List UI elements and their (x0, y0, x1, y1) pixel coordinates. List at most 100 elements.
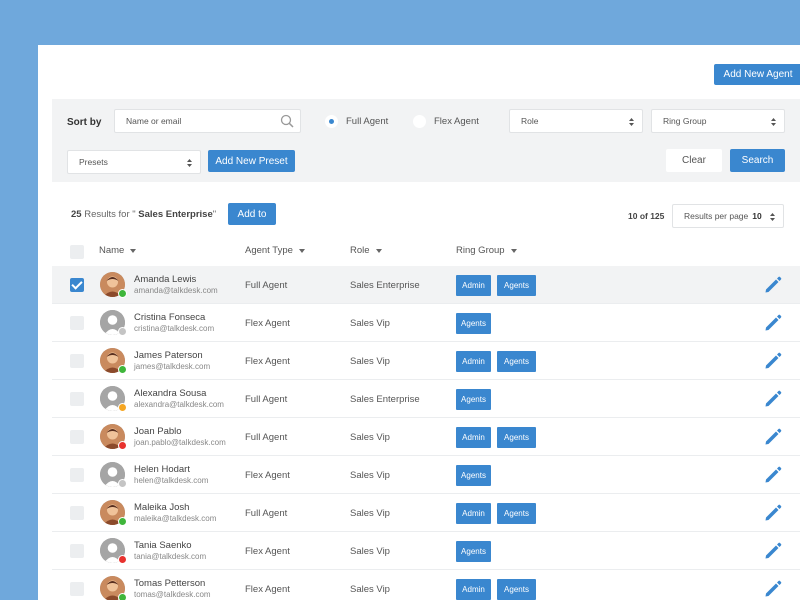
ring-group-tag[interactable]: Admin (456, 503, 491, 524)
radio-dot[interactable] (413, 115, 426, 128)
agent-name[interactable]: Maleika Josh (134, 502, 189, 513)
table-row[interactable]: Alexandra Sousa alexandra@talkdesk.com F… (52, 380, 800, 418)
agent-email: amanda@talkdesk.com (134, 286, 218, 295)
pencil-icon[interactable] (763, 389, 783, 409)
sort-down-icon (510, 248, 517, 253)
agents-table-body: Amanda Lewis amanda@talkdesk.com Full Ag… (52, 266, 800, 600)
agent-role: Sales Vip (350, 432, 390, 443)
agent-type: Full Agent (245, 280, 288, 291)
ring-group-select[interactable]: Ring Group (651, 109, 785, 133)
table-row[interactable]: Tania Saenko tania@talkdesk.com Flex Age… (52, 532, 800, 570)
table-row[interactable]: Joan Pablo joan.pablo@talkdesk.com Full … (52, 418, 800, 456)
add-new-agent-button[interactable]: Add New Agent (714, 64, 800, 85)
agent-email: cristina@talkdesk.com (134, 324, 215, 333)
agent-email: alexandra@talkdesk.com (134, 400, 224, 409)
agent-name[interactable]: Cristina Fonseca (134, 312, 205, 323)
search-input[interactable]: Name or email (114, 109, 301, 133)
add-new-preset-button[interactable]: Add New Preset (208, 150, 295, 172)
agent-email: maleika@talkdesk.com (134, 514, 217, 523)
ring-group-tag[interactable]: Agents (497, 351, 536, 372)
pencil-icon[interactable] (763, 541, 783, 561)
agent-name[interactable]: James Paterson (134, 350, 203, 361)
radio-full-agent[interactable]: Full Agent (325, 115, 388, 128)
status-indicator (118, 555, 127, 564)
agent-name[interactable]: Tomas Petterson (134, 578, 205, 589)
role-select-value: Role (521, 116, 539, 126)
pencil-icon[interactable] (763, 351, 783, 371)
agent-name[interactable]: Amanda Lewis (134, 274, 196, 285)
table-row[interactable]: Cristina Fonseca cristina@talkdesk.com F… (52, 304, 800, 342)
ring-group-tag[interactable]: Agents (456, 541, 491, 562)
status-indicator (118, 517, 127, 526)
pencil-icon[interactable] (763, 579, 783, 599)
select-all-checkbox[interactable] (70, 245, 84, 259)
search-icon[interactable] (280, 114, 294, 128)
ring-group-tag[interactable]: Admin (456, 275, 491, 296)
row-checkbox[interactable] (70, 468, 84, 482)
per-page-value: 10 (752, 211, 762, 221)
radio-dot-selected[interactable] (325, 115, 338, 128)
sort-down-icon (298, 248, 305, 253)
column-agent-type[interactable]: Agent Type (245, 245, 305, 256)
results-per-page-select[interactable]: Results per page 10 (672, 204, 784, 228)
table-row[interactable]: James Paterson james@talkdesk.com Flex A… (52, 342, 800, 380)
role-select[interactable]: Role (509, 109, 643, 133)
agent-type: Flex Agent (245, 318, 290, 329)
status-indicator (118, 289, 127, 298)
pencil-icon[interactable] (763, 503, 783, 523)
agent-name[interactable]: Alexandra Sousa (134, 388, 206, 399)
sort-down-icon (130, 248, 137, 253)
presets-select-value: Presets (79, 157, 108, 167)
pencil-icon[interactable] (763, 275, 783, 295)
agent-name[interactable]: Helen Hodart (134, 464, 190, 475)
row-checkbox[interactable] (70, 430, 84, 444)
ring-group-tag[interactable]: Agents (456, 313, 491, 334)
agent-email: tomas@talkdesk.com (134, 590, 211, 599)
clear-button[interactable]: Clear (666, 149, 722, 172)
agent-name[interactable]: Joan Pablo (134, 426, 182, 437)
column-role-label: Role (350, 245, 370, 256)
pencil-icon[interactable] (763, 313, 783, 333)
agent-email: tania@talkdesk.com (134, 552, 207, 561)
updown-caret-icon (771, 118, 776, 126)
agent-name[interactable]: Tania Saenko (134, 540, 192, 551)
column-name[interactable]: Name (99, 245, 137, 256)
ring-group-tag[interactable]: Agents (456, 389, 491, 410)
ring-group-tag[interactable]: Agents (497, 579, 536, 600)
pencil-icon[interactable] (763, 427, 783, 447)
row-checkbox[interactable] (70, 278, 84, 292)
row-checkbox[interactable] (70, 582, 84, 596)
pencil-icon[interactable] (763, 465, 783, 485)
table-row[interactable]: Maleika Josh maleika@talkdesk.com Full A… (52, 494, 800, 532)
column-role[interactable]: Role (350, 245, 382, 256)
table-row[interactable]: Helen Hodart helen@talkdesk.com Flex Age… (52, 456, 800, 494)
row-checkbox[interactable] (70, 316, 84, 330)
status-indicator (118, 403, 127, 412)
ring-group-tag[interactable]: Admin (456, 579, 491, 600)
row-checkbox[interactable] (70, 392, 84, 406)
search-button[interactable]: Search (730, 149, 785, 172)
ring-group-tag[interactable]: Agents (497, 503, 536, 524)
column-ring-group[interactable]: Ring Group (456, 245, 517, 256)
ring-group-tag[interactable]: Agents (497, 427, 536, 448)
agent-type: Full Agent (245, 508, 288, 519)
agent-role: Sales Vip (350, 508, 390, 519)
status-indicator (118, 479, 127, 488)
status-indicator (118, 441, 127, 450)
updown-caret-icon (187, 159, 192, 167)
row-checkbox[interactable] (70, 544, 84, 558)
row-checkbox[interactable] (70, 354, 84, 368)
radio-flex-agent[interactable]: Flex Agent (413, 115, 479, 128)
add-to-button[interactable]: Add to (228, 203, 276, 225)
ring-group-tag[interactable]: Admin (456, 351, 491, 372)
ring-group-tag[interactable]: Agents (456, 465, 491, 486)
ring-group-tag[interactable]: Agents (497, 275, 536, 296)
ring-group-select-value: Ring Group (663, 116, 707, 126)
results-query: Sales Enterprise (138, 209, 213, 220)
row-checkbox[interactable] (70, 506, 84, 520)
table-row[interactable]: Amanda Lewis amanda@talkdesk.com Full Ag… (52, 266, 800, 304)
ring-group-tag[interactable]: Admin (456, 427, 491, 448)
table-row[interactable]: Tomas Petterson tomas@talkdesk.com Flex … (52, 570, 800, 600)
agent-email: james@talkdesk.com (134, 362, 211, 371)
presets-select[interactable]: Presets (67, 150, 201, 174)
